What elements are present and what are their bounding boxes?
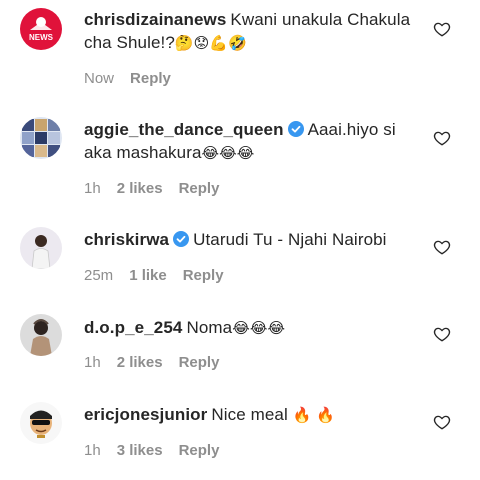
heart-icon[interactable] (433, 413, 451, 431)
timestamp: 1h (84, 180, 101, 197)
username[interactable]: ericjonesjunior (84, 405, 207, 424)
cartoon-avatar-icon (20, 402, 62, 444)
avatar[interactable] (20, 314, 62, 356)
timestamp: 1h (84, 354, 101, 371)
heart-icon[interactable] (433, 20, 451, 38)
username[interactable]: d.o.p_e_254 (84, 318, 182, 337)
likes-count[interactable]: 2 likes (117, 354, 163, 371)
comment-message: Utarudi Tu - Njahi Nairobi (193, 230, 387, 249)
avatar[interactable] (20, 402, 62, 444)
svg-text:NEWS: NEWS (29, 33, 54, 42)
timestamp: Now (84, 70, 115, 87)
avatar[interactable]: NEWS (20, 8, 62, 50)
collage-avatar-icon (20, 117, 62, 159)
emoji-text: 🔥 🔥 (292, 406, 336, 424)
comment-text: chriskirwa Utarudi Tu - Njahi Nairobi (84, 228, 420, 251)
comment-text: chrisdizainanews Kwani unakula Chakula ch… (84, 8, 420, 55)
username[interactable]: aggie_the_dance_queen (84, 120, 284, 139)
username[interactable]: chrisdizainanews (84, 10, 226, 29)
avatar[interactable] (20, 117, 62, 159)
verified-badge-icon (287, 121, 304, 137)
heart-icon[interactable] (433, 325, 451, 343)
reply-button[interactable]: Reply (130, 70, 171, 87)
person-avatar-icon (20, 314, 62, 356)
likes-count[interactable]: 3 likes (117, 442, 163, 459)
verified-badge-icon (173, 231, 190, 247)
reply-button[interactable]: Reply (179, 354, 220, 371)
likes-count[interactable]: 1 like (129, 267, 167, 284)
heart-icon[interactable] (433, 238, 451, 256)
comment-message: Nice meal (211, 405, 288, 424)
person-avatar-icon (20, 227, 62, 269)
comment-meta: 1h 3 likes Reply (84, 442, 235, 459)
reply-button[interactable]: Reply (183, 267, 224, 284)
comment-meta: 1h 2 likes Reply (84, 180, 235, 197)
likes-count[interactable]: 2 likes (117, 180, 163, 197)
comment-meta: Now Reply (84, 70, 187, 87)
avatar[interactable] (20, 227, 62, 269)
reply-button[interactable]: Reply (179, 180, 220, 197)
emoji-text: 😂😂😂 (232, 319, 286, 337)
comment-text: d.o.p_e_254 Noma😂😂😂 (84, 316, 420, 340)
heart-icon[interactable] (433, 129, 451, 147)
emoji-text: 🤔😟💪🤣 (174, 34, 247, 52)
emoji-text: 😂😂😂 (201, 144, 255, 162)
reply-button[interactable]: Reply (179, 442, 220, 459)
news-logo-icon: NEWS (20, 8, 62, 50)
comments-list: NEWS chrisdizainanews Kwani unakula Chaku… (0, 0, 480, 480)
comment-text: aggie_the_dance_queen Aaai.hiyo si aka ma… (84, 118, 420, 165)
timestamp: 25m (84, 267, 114, 284)
comment-message: Noma (186, 318, 233, 337)
comment-meta: 1h 2 likes Reply (84, 354, 235, 371)
username[interactable]: chriskirwa (84, 230, 169, 249)
timestamp: 1h (84, 442, 101, 459)
comment-text: ericjonesjunior Nice meal 🔥 🔥 (84, 403, 420, 427)
comment-meta: 25m 1 like Reply (84, 267, 240, 284)
